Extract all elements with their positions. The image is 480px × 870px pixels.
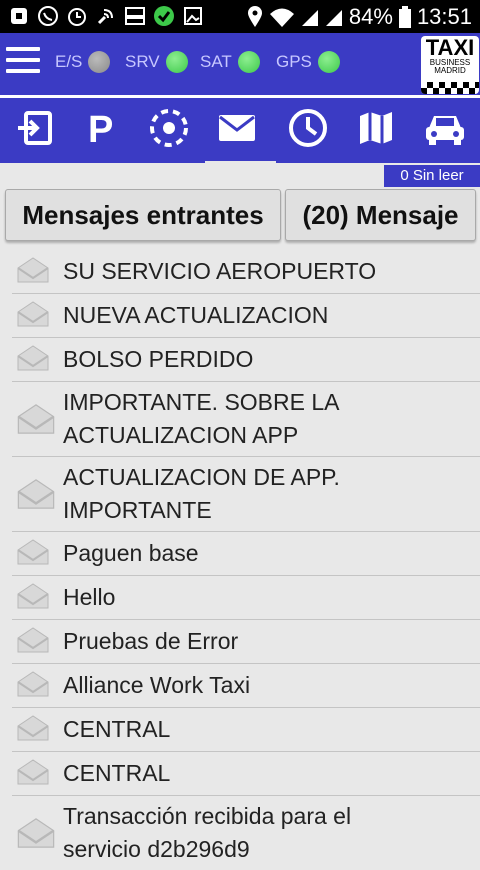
message-title: Alliance Work Taxi — [63, 672, 251, 698]
notification-icons — [8, 5, 204, 27]
message-title: Hello — [63, 584, 116, 610]
status-bar: 84% 13:51 — [0, 0, 480, 33]
indicator-label: SAT — [200, 52, 232, 71]
phone-wave-icon — [95, 5, 117, 27]
list-item[interactable]: CENTRAL — [12, 708, 480, 752]
status-dot-es — [88, 51, 111, 73]
message-title: CENTRAL — [63, 716, 171, 742]
status-dot-srv — [165, 51, 188, 73]
message-title: SU SERVICIO AEROPUERTO — [63, 258, 377, 284]
indicator-label: E/S — [55, 52, 83, 71]
taxi-car-icon[interactable] — [423, 106, 467, 150]
list-item[interactable]: SU SERVICIO AEROPUERTO — [12, 250, 480, 294]
indicator-gps: GPS — [276, 51, 340, 73]
indicator-label: SRV — [125, 52, 160, 71]
taxi-logo: TAXI BUSINESS MADRID — [421, 36, 479, 94]
map-icon[interactable] — [354, 106, 398, 150]
indicator-sat: SAT — [200, 51, 260, 73]
indicator-es: E/S — [55, 51, 111, 73]
message-title: NUEVA ACTUALIZACION — [63, 302, 329, 328]
status-dot-gps — [317, 51, 340, 73]
envelope-icon — [17, 539, 49, 565]
tab-indicator-right — [276, 160, 480, 163]
battery-percent: 84% — [348, 4, 393, 29]
status-dot-sat — [237, 51, 260, 73]
image-icon — [182, 5, 204, 27]
message-title: ACTUALIZACION DE APP. IMPORTANTE — [63, 464, 340, 523]
mail-icon[interactable] — [215, 106, 259, 150]
app-header: E/S SRV SAT GPS — [0, 33, 480, 95]
tab-indicator-left — [0, 160, 205, 163]
login-icon[interactable] — [13, 106, 57, 150]
message-title: CENTRAL — [63, 760, 171, 786]
location-icon — [247, 6, 262, 27]
clock-time: 13:51 — [416, 4, 472, 29]
envelope-icon — [17, 404, 55, 434]
square-icon — [8, 5, 30, 27]
taxi-icon — [124, 5, 146, 27]
check-circle-icon — [153, 5, 175, 27]
list-item[interactable]: CENTRAL — [12, 752, 480, 796]
list-item[interactable]: Hello — [12, 576, 480, 620]
list-item[interactable]: Alliance Work Taxi — [12, 664, 480, 708]
envelope-icon — [17, 583, 49, 609]
signal-icon — [325, 10, 342, 26]
logo-line2: MADRID — [434, 66, 466, 75]
list-item[interactable]: NUEVA ACTUALIZACION — [12, 294, 480, 338]
system-status: 84% 13:51 — [247, 4, 472, 30]
logo-title: TAXI — [425, 36, 475, 60]
envelope-icon — [17, 345, 49, 371]
checker-pattern — [421, 82, 479, 94]
signal-icon — [301, 10, 318, 26]
envelope-icon — [17, 818, 55, 848]
wifi-icon — [269, 8, 294, 27]
unread-badge: 0 Sin leer — [384, 165, 480, 187]
new-message-button[interactable]: (20) Mensaje — [285, 189, 476, 241]
envelope-icon — [17, 715, 49, 741]
battery-icon — [398, 6, 411, 28]
list-item[interactable]: Pruebas de Error — [12, 620, 480, 664]
envelope-icon — [17, 301, 49, 327]
target-icon[interactable] — [147, 106, 191, 150]
clock-icon[interactable] — [286, 106, 330, 150]
envelope-icon — [17, 627, 49, 653]
envelope-icon — [17, 479, 55, 509]
list-item[interactable]: ACTUALIZACION DE APP. IMPORTANTE — [12, 457, 480, 532]
message-title: Pruebas de Error — [63, 628, 239, 654]
indicator-srv: SRV — [125, 51, 188, 73]
nav-toolbar: P — [0, 95, 480, 161]
alarm-icon — [66, 5, 88, 27]
indicator-label: GPS — [276, 52, 312, 71]
list-item[interactable]: Transacción recibida para el servicio d2… — [12, 796, 480, 870]
menu-icon[interactable] — [6, 47, 40, 77]
message-title: Paguen base — [63, 540, 199, 566]
list-item[interactable]: BOLSO PERDIDO — [12, 338, 480, 382]
message-title: BOLSO PERDIDO — [63, 346, 254, 372]
parking-icon[interactable]: P — [79, 106, 123, 150]
incoming-messages-button[interactable]: Mensajes entrantes — [5, 189, 281, 241]
envelope-icon — [17, 759, 49, 785]
message-title: Transacción recibida para el servicio d2… — [63, 803, 352, 862]
envelope-icon — [17, 671, 49, 697]
list-item[interactable]: IMPORTANTE. SOBRE LA ACTUALIZACION APP — [12, 382, 480, 457]
message-list: SU SERVICIO AEROPUERTO NUEVA ACTUALIZACI… — [0, 250, 480, 870]
svg-text:P: P — [88, 109, 113, 148]
list-item[interactable]: Paguen base — [12, 532, 480, 576]
message-title: IMPORTANTE. SOBRE LA ACTUALIZACION APP — [63, 389, 339, 448]
envelope-icon — [17, 257, 49, 283]
whatsapp-icon — [37, 5, 59, 27]
